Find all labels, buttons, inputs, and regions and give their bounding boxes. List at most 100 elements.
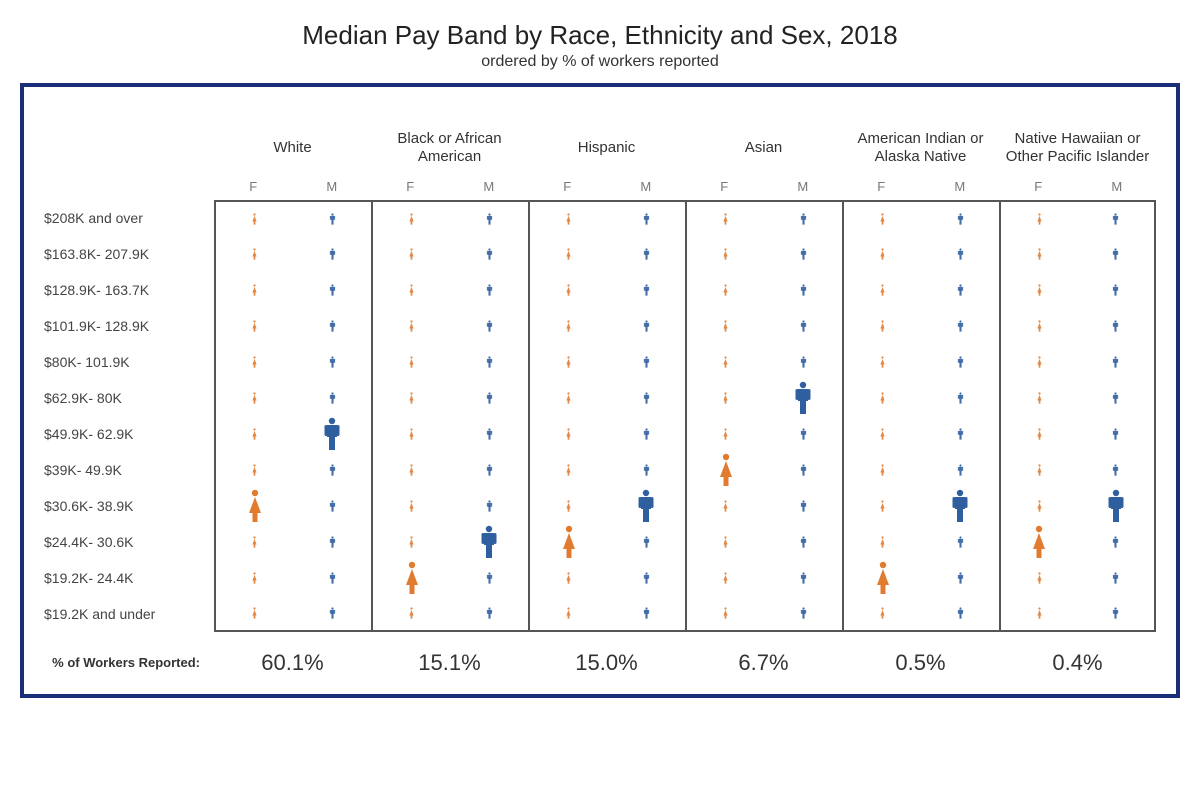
plot-row: $39K- 49.9K xyxy=(44,452,1156,488)
plot-cell xyxy=(371,416,528,452)
plot-cell xyxy=(214,308,371,344)
sex-header-f: F xyxy=(528,179,607,200)
plot-row: $19.2K and under xyxy=(44,596,1156,632)
sex-header-f: F xyxy=(999,179,1078,200)
plot-subcell xyxy=(1078,308,1155,344)
plot-subcell xyxy=(294,488,372,524)
male-person-icon xyxy=(1112,248,1119,260)
male-person-icon xyxy=(329,572,336,584)
plot-subcell xyxy=(1001,452,1078,488)
plot-subcell xyxy=(1001,272,1078,308)
plot-subcell xyxy=(687,202,765,236)
plot-subcell xyxy=(294,596,372,630)
footer-pct: 15.1% xyxy=(371,650,528,676)
plot-subcell xyxy=(1078,202,1155,236)
plot-subcell xyxy=(216,202,294,236)
male-person-icon xyxy=(329,356,336,368)
male-person-icon xyxy=(486,248,493,260)
pay-band-label: $101.9K- 128.9K xyxy=(44,308,214,344)
plot-cell xyxy=(214,272,371,308)
plot-subcell xyxy=(216,344,294,380)
plot-cell xyxy=(214,236,371,272)
male-person-icon xyxy=(643,356,650,368)
plot-subcell xyxy=(608,380,686,416)
plot-subcell xyxy=(373,560,451,596)
plot-cell xyxy=(842,560,999,596)
plot-cell xyxy=(528,560,685,596)
male-person-icon xyxy=(643,284,650,296)
plot-subcell xyxy=(1078,524,1155,560)
plot-subcell xyxy=(608,236,686,272)
plot-cell xyxy=(842,308,999,344)
male-person-icon xyxy=(1112,356,1119,368)
plot-subcell xyxy=(844,236,922,272)
male-person-icon xyxy=(957,392,964,404)
plot-subcell xyxy=(530,488,608,524)
male-person-icon xyxy=(479,525,499,559)
plot-subcell xyxy=(530,452,608,488)
female-person-icon xyxy=(565,392,572,404)
sex-header-m: M xyxy=(764,179,843,200)
female-person-icon xyxy=(716,453,736,487)
sex-header-m: M xyxy=(293,179,372,200)
male-person-icon xyxy=(1112,536,1119,548)
plot-cell xyxy=(842,452,999,488)
plot-subcell xyxy=(451,202,529,236)
plot-cell xyxy=(214,416,371,452)
plot-subcell xyxy=(922,308,1000,344)
plot-subcell xyxy=(1078,416,1155,452)
plot-cell xyxy=(999,596,1156,632)
male-person-icon xyxy=(1112,428,1119,440)
plot-subcell xyxy=(530,236,608,272)
male-person-icon xyxy=(957,428,964,440)
header-groups-row: White Black or African American Hispanic… xyxy=(44,117,1156,179)
plot-subcell xyxy=(608,416,686,452)
male-person-icon xyxy=(329,248,336,260)
pay-band-label: $39K- 49.9K xyxy=(44,452,214,488)
male-person-icon xyxy=(800,536,807,548)
female-person-icon xyxy=(1036,356,1043,368)
plot-subcell xyxy=(608,272,686,308)
sex-header-f: F xyxy=(214,179,293,200)
plot-subcell xyxy=(1001,202,1078,236)
plot-subcell xyxy=(687,272,765,308)
female-person-icon xyxy=(408,248,415,260)
plot-subcell xyxy=(373,272,451,308)
plot-subcell xyxy=(530,344,608,380)
plot-subcell xyxy=(530,416,608,452)
plot-subcell xyxy=(530,380,608,416)
female-person-icon xyxy=(408,607,415,619)
plot-subcell xyxy=(373,380,451,416)
male-person-icon xyxy=(1106,489,1126,523)
plot-subcell xyxy=(1001,308,1078,344)
plot-subcell xyxy=(922,202,1000,236)
female-person-icon xyxy=(1036,464,1043,476)
plot-subcell xyxy=(687,452,765,488)
plot-subcell xyxy=(373,344,451,380)
plot-cell xyxy=(999,236,1156,272)
plot-row: $30.6K- 38.9K xyxy=(44,488,1156,524)
group-header: Hispanic xyxy=(528,117,685,179)
footer-pct: 60.1% xyxy=(214,650,371,676)
plot-cell xyxy=(999,452,1156,488)
plot-subcell xyxy=(530,596,608,630)
male-person-icon xyxy=(486,356,493,368)
chart-frame: White Black or African American Hispanic… xyxy=(20,83,1180,698)
plot-subcell xyxy=(451,416,529,452)
sex-header-f: F xyxy=(685,179,764,200)
plot-subcell xyxy=(765,416,843,452)
plot-subcell xyxy=(608,452,686,488)
female-person-icon xyxy=(251,213,258,225)
female-person-icon xyxy=(722,536,729,548)
plot-subcell xyxy=(373,452,451,488)
plot-cell xyxy=(842,416,999,452)
male-person-icon xyxy=(1112,392,1119,404)
female-person-icon xyxy=(251,572,258,584)
pay-band-label: $62.9K- 80K xyxy=(44,380,214,416)
plot-subcell xyxy=(687,308,765,344)
plot-cell xyxy=(685,416,842,452)
plot-cell xyxy=(685,452,842,488)
male-person-icon xyxy=(800,464,807,476)
plot-subcell xyxy=(1001,236,1078,272)
plot-cell xyxy=(528,272,685,308)
